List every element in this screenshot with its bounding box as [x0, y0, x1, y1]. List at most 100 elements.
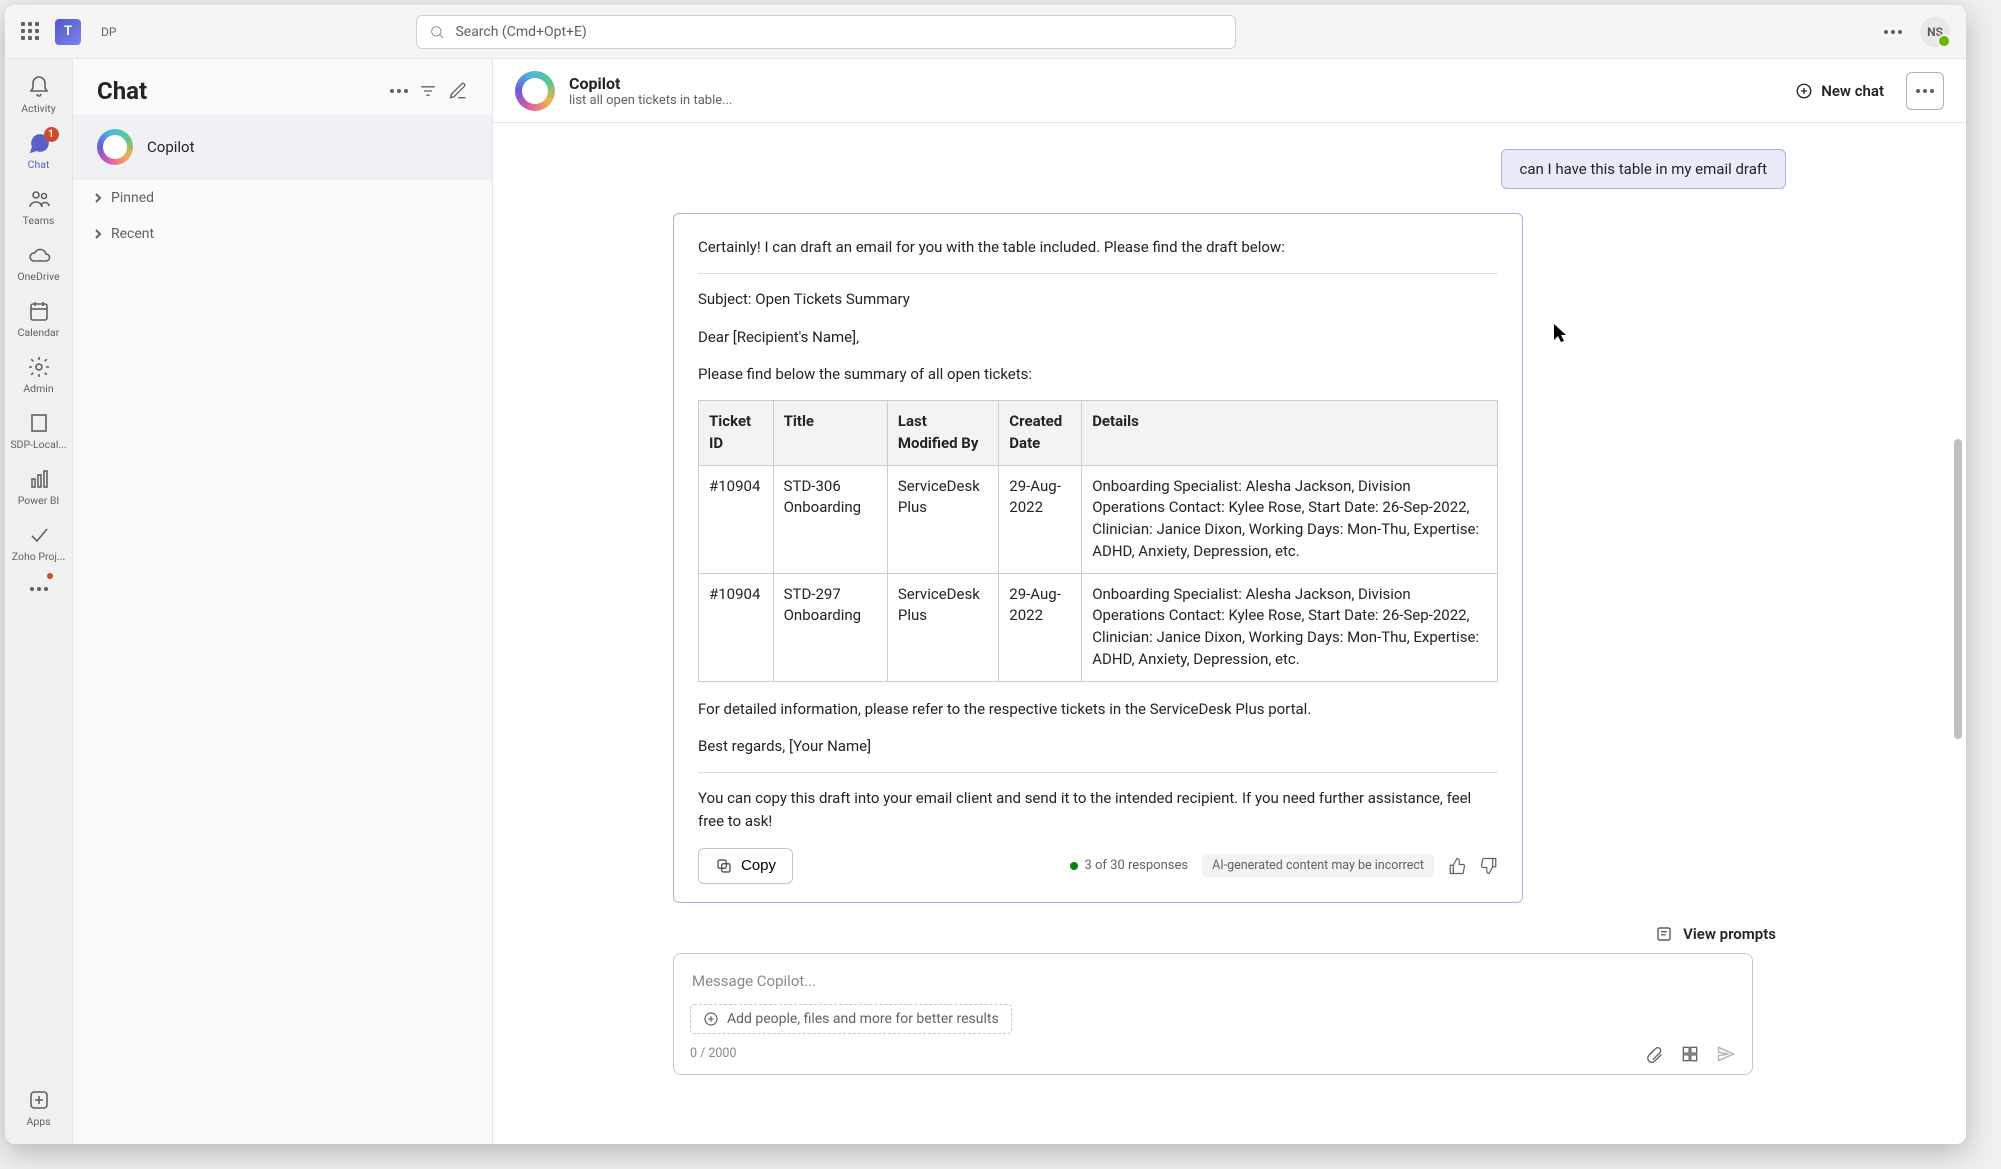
gear-icon [27, 355, 51, 379]
cell-id: #10904 [699, 465, 774, 573]
cell-title: STD-297 Onboarding [773, 573, 887, 681]
col-modified-by: Last Modified By [887, 401, 998, 466]
chatlist-recent[interactable]: Recent [73, 216, 492, 252]
col-created-date: Created Date [999, 401, 1082, 466]
ai-intro-text: Certainly! I can draft an email for you … [698, 236, 1498, 259]
copilot-avatar-icon [97, 129, 133, 165]
rail-calendar[interactable]: Calendar [9, 293, 69, 345]
teams-app-window: T DP Search (Cmd+Opt+E) NS Activity 1 Ch… [5, 5, 1966, 1144]
table-row: #10904 STD-297 Onboarding ServiceDesk Pl… [699, 573, 1498, 681]
copy-button[interactable]: Copy [698, 848, 793, 884]
conversation-header-right: New chat [1787, 72, 1944, 110]
col-title: Title [773, 401, 887, 466]
chat-entry-name: Copilot [147, 138, 195, 156]
ai-closing-text: You can copy this draft into your email … [698, 787, 1498, 834]
bar-chart-icon [27, 467, 51, 491]
conversation-title-block: Copilot list all open tickets in table..… [569, 74, 732, 108]
new-chat-label: New chat [1821, 82, 1884, 100]
tickets-table: Ticket ID Title Last Modified By Created… [698, 400, 1498, 682]
rail-activity[interactable]: Activity [9, 69, 69, 121]
tree-label: Pinned [111, 190, 154, 206]
rail-powerbi[interactable]: Power BI [9, 461, 69, 513]
titlebar-right: NS [1884, 17, 1950, 47]
chatlist-more-icon[interactable] [390, 89, 408, 93]
col-ticket-id: Ticket ID [699, 401, 774, 466]
composer-bottom-row: 0 / 2000 [690, 1044, 1736, 1064]
ellipsis-icon [1916, 89, 1934, 93]
add-context-button[interactable]: Add people, files and more for better re… [690, 1004, 1012, 1034]
conversation-title: Copilot [569, 74, 732, 93]
vertical-scrollbar[interactable] [1952, 59, 1964, 1144]
attach-icon[interactable] [1644, 1044, 1664, 1064]
cell-modby: ServiceDesk Plus [887, 465, 998, 573]
email-subject: Subject: Open Tickets Summary [698, 288, 1498, 311]
teams-icon [27, 187, 51, 211]
email-body-intro: Please find below the summary of all ope… [698, 363, 1498, 386]
rail-more[interactable] [9, 573, 69, 597]
divider [698, 273, 1498, 274]
teams-logo-icon: T [55, 19, 81, 45]
thumbs-down-icon[interactable] [1480, 857, 1498, 875]
rail-apps[interactable]: Apps [9, 1082, 69, 1134]
rail-label: Activity [21, 102, 55, 115]
rail-label: Admin [23, 382, 53, 395]
composer-input[interactable] [690, 968, 1736, 994]
plus-circle-icon [703, 1011, 719, 1027]
tree-label: Recent [111, 226, 154, 242]
rail-label: SDP-Local... [10, 438, 66, 451]
table-header-row: Ticket ID Title Last Modified By Created… [699, 401, 1498, 466]
response-counter-text: 3 of 30 responses [1084, 858, 1188, 873]
calendar-icon [27, 299, 51, 323]
bell-icon [27, 75, 51, 99]
cell-created: 29-Aug-2022 [999, 573, 1082, 681]
notification-dot-icon [47, 573, 53, 579]
rail-admin[interactable]: Admin [9, 349, 69, 401]
col-details: Details [1082, 401, 1498, 466]
chat-list-header: Chat [73, 59, 492, 115]
app-launcher-icon[interactable] [21, 22, 41, 42]
settings-more-icon[interactable] [1884, 30, 1902, 34]
scroll-thumb[interactable] [1954, 439, 1962, 739]
cell-title: STD-306 Onboarding [773, 465, 887, 573]
cell-modby: ServiceDesk Plus [887, 573, 998, 681]
user-avatar[interactable]: NS [1920, 17, 1950, 47]
rail-label: Chat [28, 158, 50, 171]
rail-label: Apps [26, 1115, 50, 1128]
conversation-panel: Copilot list all open tickets in table..… [493, 59, 1966, 1144]
thumbs-up-icon[interactable] [1448, 857, 1466, 875]
compose-icon[interactable] [448, 81, 468, 101]
rail-chat[interactable]: 1 Chat [9, 125, 69, 177]
chat-entry-copilot[interactable]: Copilot [73, 115, 492, 180]
caret-right-icon [93, 229, 103, 239]
char-counter: 0 / 2000 [690, 1046, 736, 1061]
rail-sdp[interactable]: SDP-Local... [9, 405, 69, 457]
copy-label: Copy [741, 857, 776, 874]
send-icon[interactable] [1716, 1044, 1736, 1064]
app-rail: Activity 1 Chat Teams OneDrive Calendar [5, 59, 73, 1144]
rail-zoho[interactable]: Zoho Proj... [9, 517, 69, 569]
ai-disclaimer: AI-generated content may be incorrect [1202, 854, 1434, 877]
rail-label: OneDrive [17, 270, 59, 283]
chatlist-pinned[interactable]: Pinned [73, 180, 492, 216]
apps-grid-icon[interactable] [1680, 1044, 1700, 1064]
user-message-row: can I have this table in my email draft [673, 149, 1786, 189]
filter-icon[interactable] [418, 81, 438, 101]
cell-id: #10904 [699, 573, 774, 681]
conversation-more-button[interactable] [1906, 72, 1944, 110]
new-chat-button[interactable]: New chat [1787, 76, 1892, 106]
message-composer: Add people, files and more for better re… [673, 953, 1753, 1075]
search-placeholder: Search (Cmd+Opt+E) [455, 24, 586, 40]
global-search[interactable]: Search (Cmd+Opt+E) [416, 15, 1236, 49]
org-badge[interactable]: DP [95, 23, 122, 41]
rail-onedrive[interactable]: OneDrive [9, 237, 69, 289]
rail-label: Power BI [18, 494, 60, 507]
divider [698, 772, 1498, 773]
email-greeting: Dear [Recipient's Name], [698, 326, 1498, 349]
rail-label: Teams [23, 214, 55, 227]
view-prompts-label: View prompts [1683, 925, 1776, 943]
view-prompts-button[interactable]: View prompts [1655, 925, 1776, 943]
rail-teams[interactable]: Teams [9, 181, 69, 233]
cell-details: Onboarding Specialist: Alesha Jackson, D… [1082, 573, 1498, 681]
messages-scroll[interactable]: can I have this table in my email draft … [493, 123, 1966, 1144]
cell-created: 29-Aug-2022 [999, 465, 1082, 573]
